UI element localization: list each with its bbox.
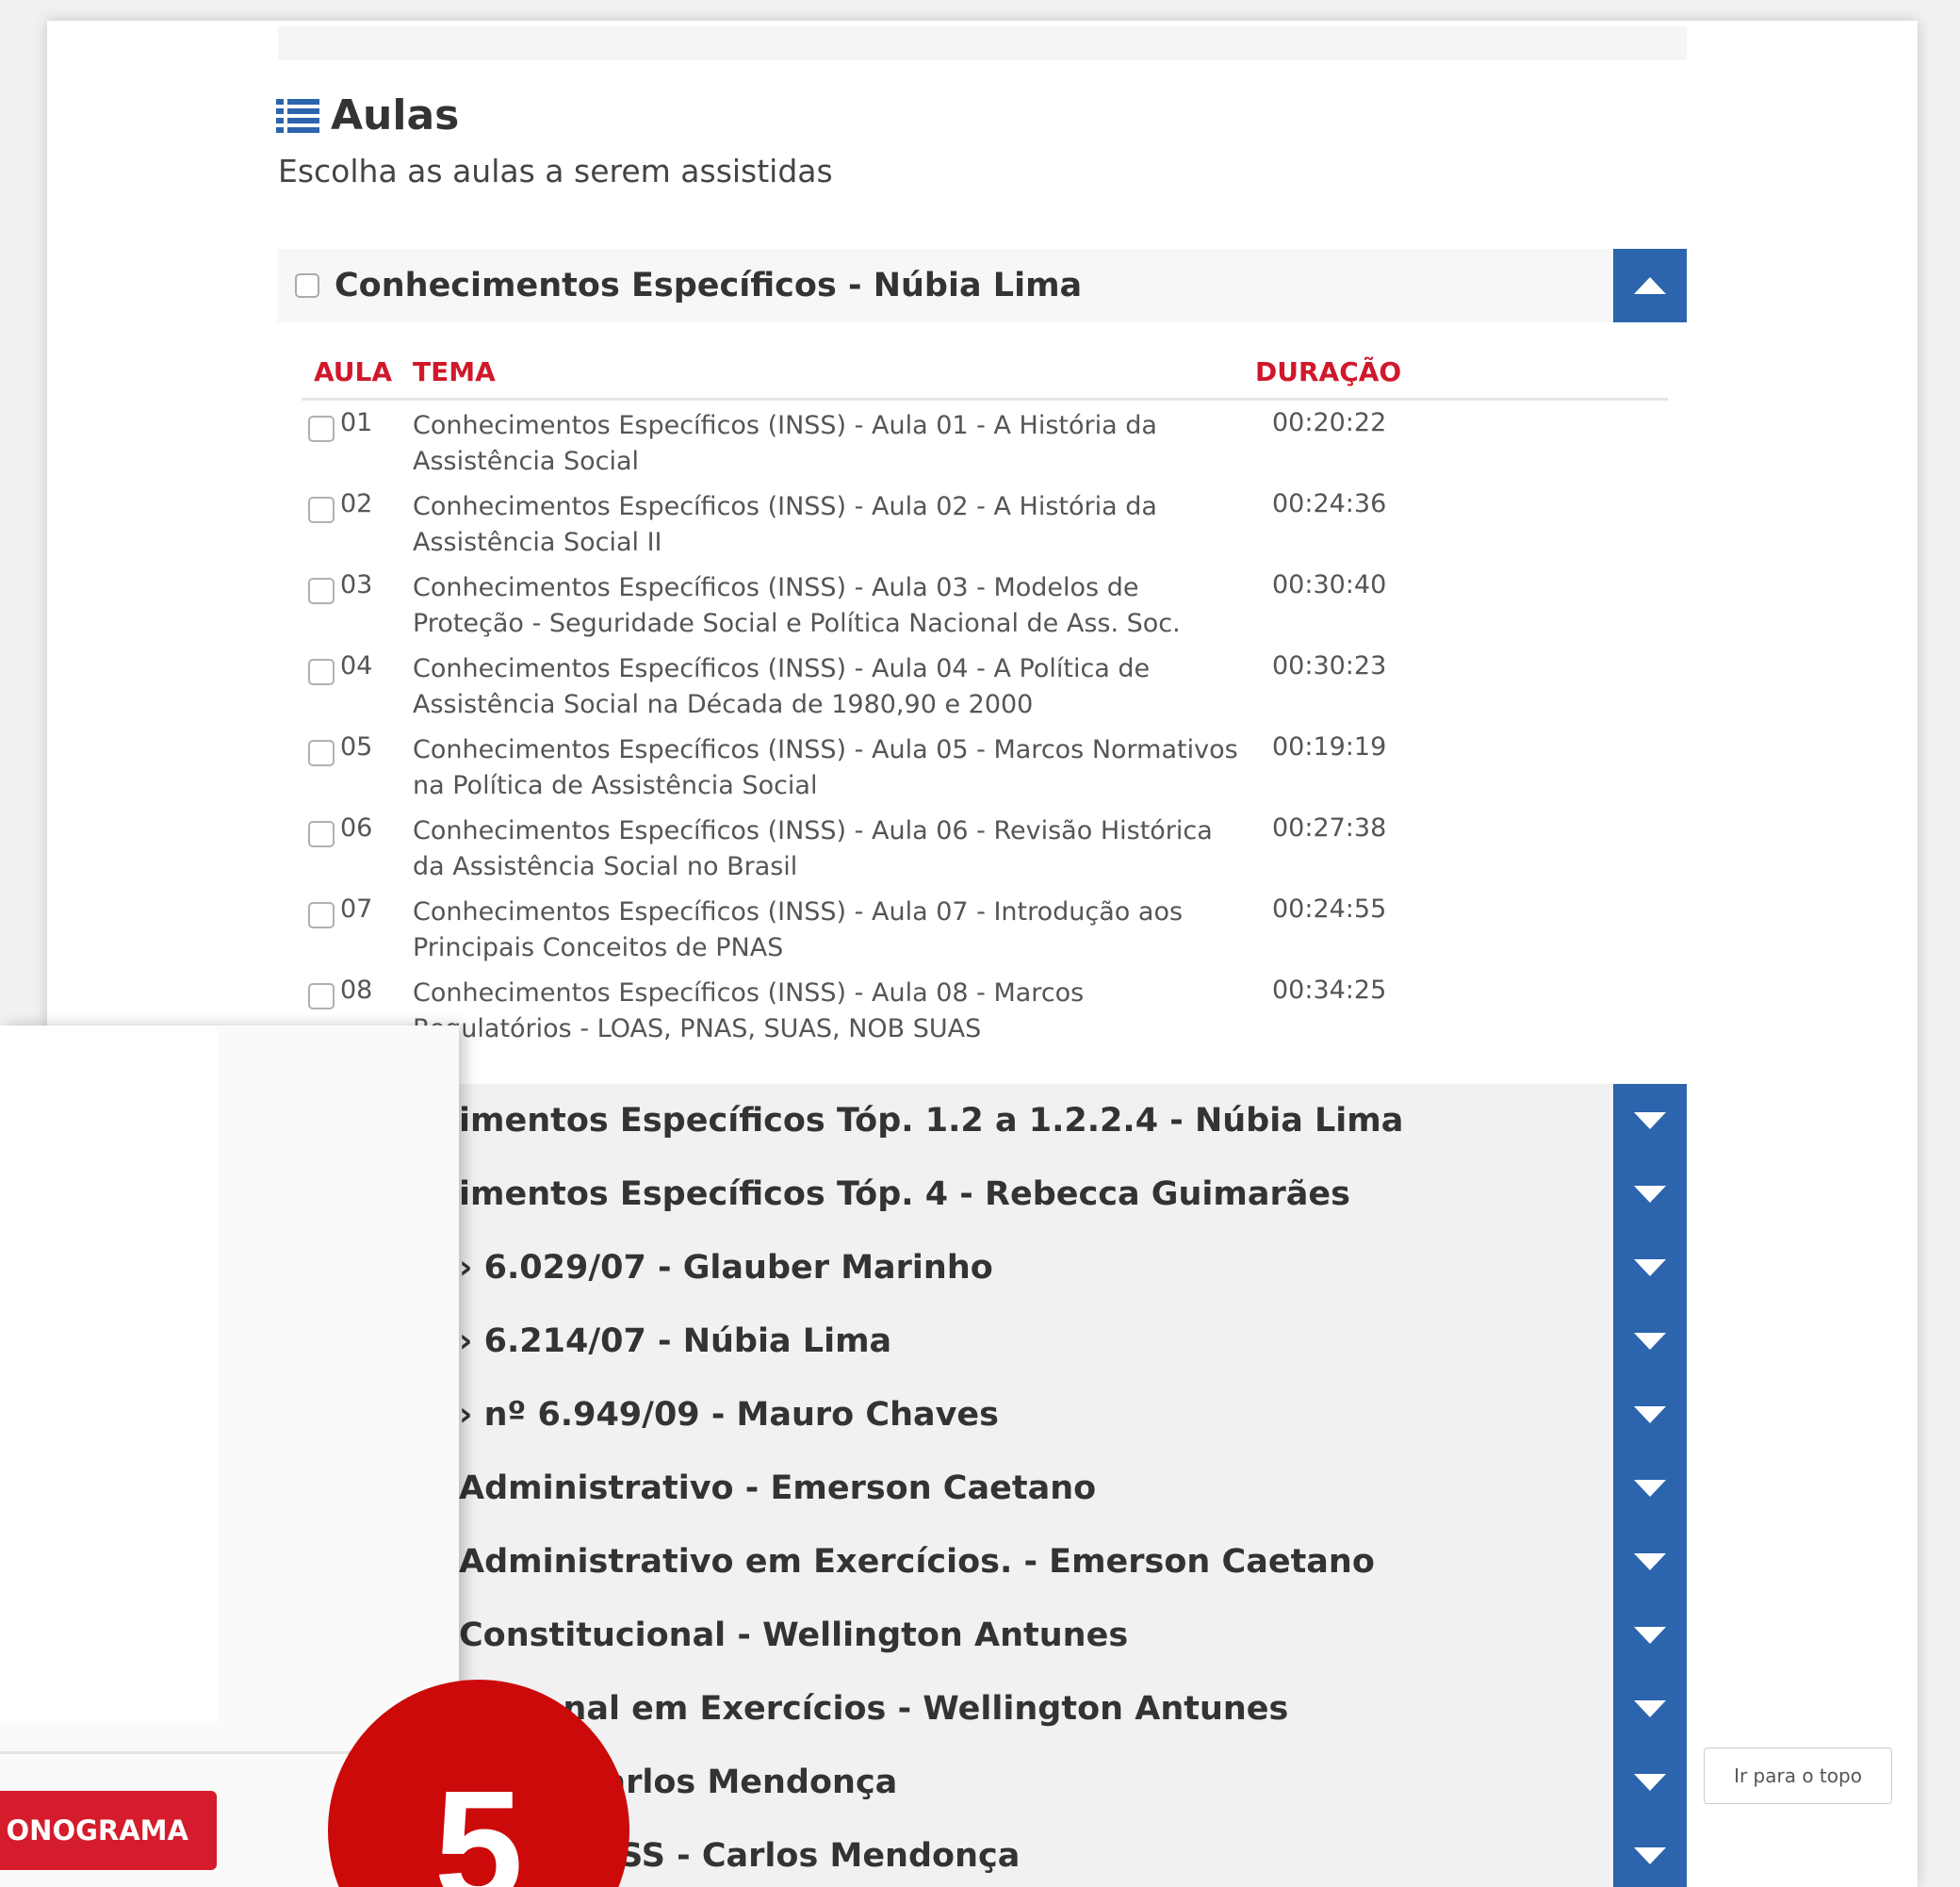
accordion-title: Conhecimentos Específicos - Núbia Lima xyxy=(335,267,1083,304)
lesson-theme: Conhecimentos Específicos (INSS) - Aula … xyxy=(413,897,1184,962)
lesson-duration: 00:30:23 xyxy=(1272,651,1387,681)
back-to-top-label: Ir para o topo xyxy=(1734,1764,1862,1787)
expand-button[interactable] xyxy=(1613,1084,1687,1157)
accordion-title: Administrativo em Exercícios. - Emerson … xyxy=(459,1543,1375,1581)
chevron-down-icon xyxy=(1634,1186,1666,1203)
accordion-title: imentos Específicos Tóp. 4 - Rebecca Gui… xyxy=(459,1175,1350,1213)
lesson-duration: 00:24:36 xyxy=(1272,489,1387,518)
table-row: 04 Conhecimentos Específicos (INSS) - Au… xyxy=(278,646,1687,727)
chevron-down-icon xyxy=(1634,1112,1666,1129)
lesson-number: 06 xyxy=(340,813,373,843)
accordion-header[interactable]: › 6.214/07 - Núbia Lima xyxy=(278,1304,1687,1378)
chevron-down-icon xyxy=(1634,1480,1666,1497)
top-strip xyxy=(278,26,1687,60)
lesson-checkbox[interactable] xyxy=(308,416,335,442)
lesson-theme: Conhecimentos Específicos (INSS) - Aula … xyxy=(413,735,1238,800)
lesson-checkbox[interactable] xyxy=(308,740,335,766)
accordion-header[interactable]: Constitucional - Wellington Antunes xyxy=(278,1599,1687,1672)
lesson-theme: Conhecimentos Específicos (INSS) - Aula … xyxy=(413,411,1157,476)
accordion-title: Administrativo - Emerson Caetano xyxy=(459,1469,1097,1507)
lesson-duration: 00:19:19 xyxy=(1272,732,1387,762)
accordion-header[interactable]: imentos Específicos Tóp. 4 - Rebecca Gui… xyxy=(278,1157,1687,1231)
lesson-number: 02 xyxy=(340,489,373,518)
chevron-up-icon xyxy=(1634,277,1666,294)
accordion-title: Constitucional - Wellington Antunes xyxy=(459,1616,1129,1654)
lesson-theme: Conhecimentos Específicos (INSS) - Aula … xyxy=(413,573,1181,638)
section-title-text: Aulas xyxy=(331,90,460,139)
expand-button[interactable] xyxy=(1613,1378,1687,1452)
accordion-header[interactable]: › nº 6.949/09 - Mauro Chaves xyxy=(278,1378,1687,1452)
table-row: 07 Conhecimentos Específicos (INSS) - Au… xyxy=(278,889,1687,970)
list-icon xyxy=(276,99,319,133)
lesson-duration: 00:34:25 xyxy=(1272,976,1387,1005)
lesson-checkbox[interactable] xyxy=(308,497,335,523)
accordion-title: › 6.214/07 - Núbia Lima xyxy=(459,1322,892,1360)
chevron-down-icon xyxy=(1634,1333,1666,1350)
back-to-top-button[interactable]: Ir para o topo xyxy=(1704,1748,1892,1804)
lesson-duration: 00:27:38 xyxy=(1272,813,1387,843)
expand-button[interactable] xyxy=(1613,1157,1687,1231)
column-header-aula: AULA xyxy=(314,356,393,387)
accordion-header[interactable]: Administrativo - Emerson Caetano xyxy=(278,1452,1687,1525)
select-all-checkbox[interactable] xyxy=(295,273,319,298)
chevron-down-icon xyxy=(1634,1406,1666,1423)
section-subtitle: Escolha as aulas a serem assistidas xyxy=(278,153,833,189)
accordion-title: imentos Específicos Tóp. 1.2 a 1.2.2.4 -… xyxy=(459,1102,1404,1140)
accordion-header-conhecimentos-especificos[interactable]: Conhecimentos Específicos - Núbia Lima xyxy=(278,249,1687,322)
cronograma-button[interactable]: ONOGRAMA xyxy=(0,1791,217,1870)
column-header-duracao: DURAÇÃO xyxy=(1255,356,1402,387)
lesson-checkbox[interactable] xyxy=(308,983,335,1009)
accordion-header[interactable]: Administrativo em Exercícios. - Emerson … xyxy=(278,1525,1687,1599)
lesson-number: 07 xyxy=(340,894,373,924)
expand-button[interactable] xyxy=(1613,1304,1687,1378)
table-row: 03 Conhecimentos Específicos (INSS) - Au… xyxy=(278,565,1687,646)
lesson-duration: 00:24:55 xyxy=(1272,894,1387,924)
lesson-checkbox[interactable] xyxy=(308,659,335,685)
overlay-inner-panel xyxy=(0,1026,217,1723)
section-title: Aulas xyxy=(276,87,459,143)
chevron-down-icon xyxy=(1634,1847,1666,1864)
lesson-checkbox[interactable] xyxy=(308,578,335,604)
chevron-down-icon xyxy=(1634,1553,1666,1570)
lesson-number: 05 xyxy=(340,732,373,762)
header-divider xyxy=(302,398,1668,401)
chevron-down-icon xyxy=(1634,1700,1666,1717)
chevron-down-icon xyxy=(1634,1774,1666,1791)
lesson-number: 01 xyxy=(340,408,373,437)
expand-button[interactable] xyxy=(1613,1525,1687,1599)
expand-button[interactable] xyxy=(1613,1231,1687,1304)
expand-button[interactable] xyxy=(1613,1672,1687,1746)
step-number: 5 xyxy=(433,1758,524,1887)
lessons-table: AULA TEMA DURAÇÃO 01 Conhecimentos Espec… xyxy=(278,322,1687,1084)
collapse-button[interactable] xyxy=(1613,249,1687,322)
lesson-number: 08 xyxy=(340,976,373,1005)
lesson-theme: Conhecimentos Específicos (INSS) - Aula … xyxy=(413,816,1213,881)
lesson-number: 03 xyxy=(340,570,373,599)
table-row: 08 Conhecimentos Específicos (INSS) - Au… xyxy=(278,970,1687,1051)
lesson-checkbox[interactable] xyxy=(308,821,335,847)
accordion-header[interactable]: › 6.029/07 - Glauber Marinho xyxy=(278,1231,1687,1304)
lesson-duration: 00:30:40 xyxy=(1272,570,1387,599)
lesson-checkbox[interactable] xyxy=(308,902,335,928)
column-header-tema: TEMA xyxy=(413,356,496,387)
table-row: 01 Conhecimentos Específicos (INSS) - Au… xyxy=(278,402,1687,484)
accordion-header[interactable]: imentos Específicos Tóp. 1.2 a 1.2.2.4 -… xyxy=(278,1084,1687,1157)
table-row: 05 Conhecimentos Específicos (INSS) - Au… xyxy=(278,727,1687,808)
accordion-title: › nº 6.949/09 - Mauro Chaves xyxy=(459,1396,1000,1434)
lesson-theme: Conhecimentos Específicos (INSS) - Aula … xyxy=(413,654,1151,719)
expand-button[interactable] xyxy=(1613,1452,1687,1525)
expand-button[interactable] xyxy=(1613,1599,1687,1672)
expand-button[interactable] xyxy=(1613,1819,1687,1887)
lesson-duration: 00:20:22 xyxy=(1272,408,1387,437)
expand-button[interactable] xyxy=(1613,1746,1687,1819)
lesson-theme: Conhecimentos Específicos (INSS) - Aula … xyxy=(413,492,1157,557)
chevron-down-icon xyxy=(1634,1259,1666,1276)
lesson-theme: Conhecimentos Específicos (INSS) - Aula … xyxy=(413,978,1085,1043)
table-row: 02 Conhecimentos Específicos (INSS) - Au… xyxy=(278,484,1687,565)
lesson-number: 04 xyxy=(340,651,373,681)
chevron-down-icon xyxy=(1634,1627,1666,1644)
cronograma-button-label: ONOGRAMA xyxy=(6,1814,188,1846)
table-row: 06 Conhecimentos Específicos (INSS) - Au… xyxy=(278,808,1687,889)
accordion-title: › 6.029/07 - Glauber Marinho xyxy=(459,1249,993,1287)
